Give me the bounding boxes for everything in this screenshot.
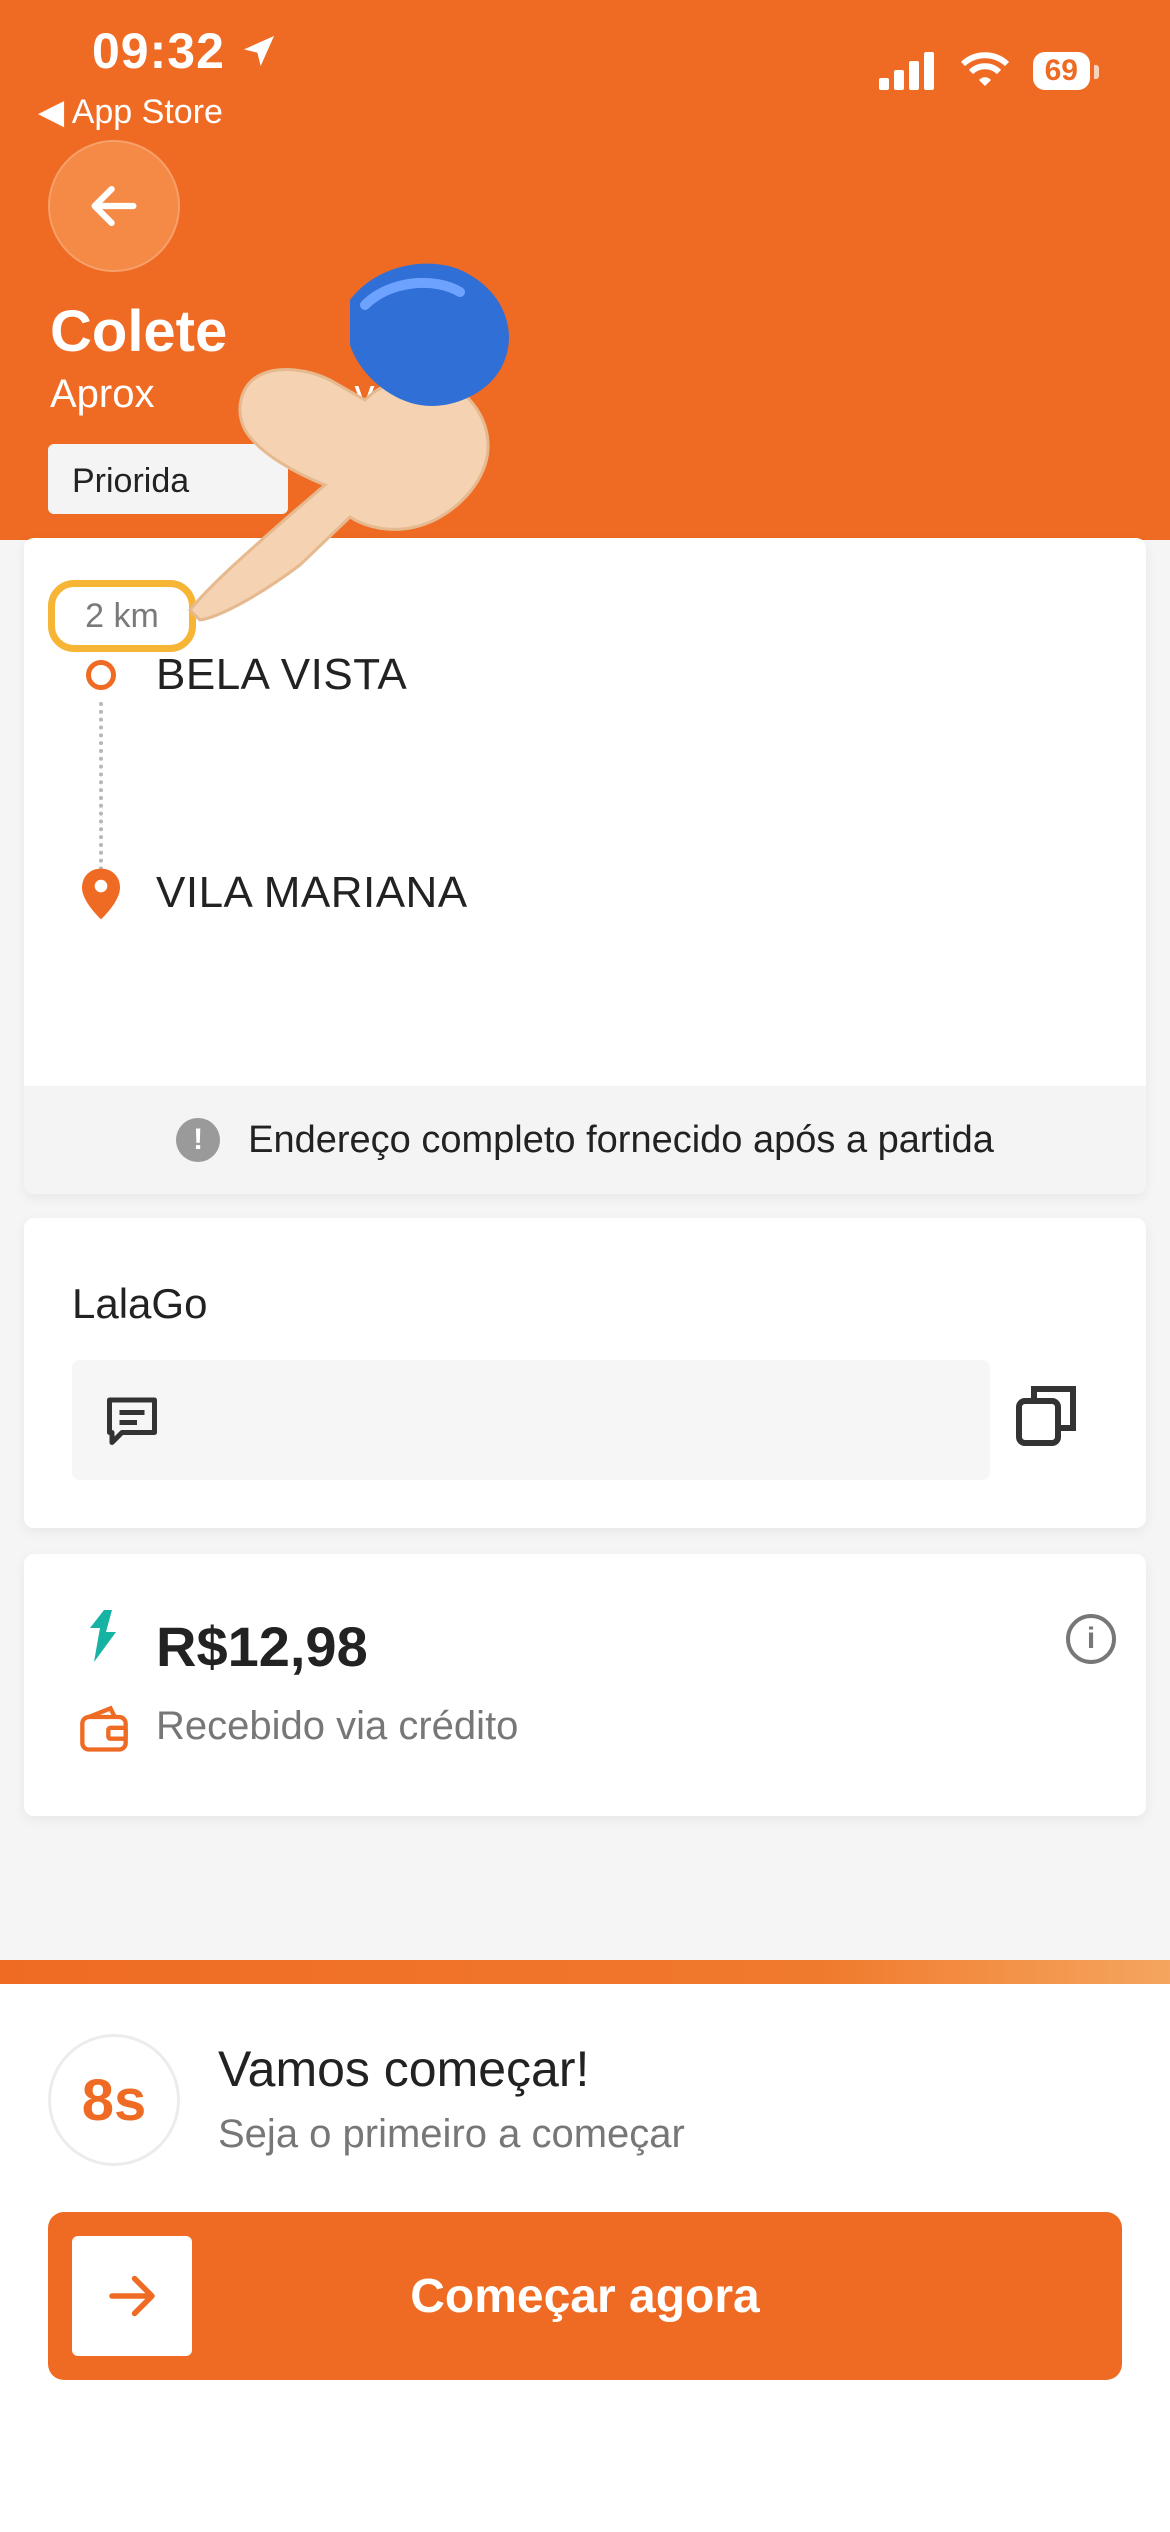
destination-label: VILA MARIANA	[156, 868, 468, 917]
payment-card: R$12,98 i Recebido via crédito	[24, 1554, 1146, 1816]
cta-icon-box	[72, 2236, 192, 2356]
wallet-icon	[80, 1705, 128, 1752]
location-arrow-icon	[243, 36, 274, 66]
back-to-app-label: ◀ App Store	[38, 93, 223, 131]
payment-method: Recebido via crédito	[156, 1704, 519, 1748]
wifi-icon	[960, 52, 1009, 86]
signal-icon	[878, 52, 934, 90]
exclamation-icon: !	[176, 1118, 221, 1162]
arrow-right-icon	[109, 2275, 155, 2317]
message-box[interactable]	[72, 1360, 990, 1480]
start-now-label: Começar agora	[410, 2269, 760, 2323]
status-indicators: 69	[878, 52, 1100, 90]
battery-indicator: 69	[1032, 52, 1100, 90]
timer-progress-bar	[0, 1960, 1170, 1984]
route-card: 2 km BELA VISTA VILA MARIANA ! Endereço …	[24, 538, 1146, 1194]
status-time-text: 09:32	[92, 23, 225, 79]
start-now-button[interactable]: Começar agora	[48, 2212, 1122, 2380]
provider-card: LalaGo	[24, 1218, 1146, 1528]
info-icon[interactable]: i	[1066, 1614, 1116, 1664]
copy-icon[interactable]	[1010, 1380, 1082, 1452]
destination-pin-icon	[82, 868, 120, 920]
chat-icon	[107, 1397, 157, 1445]
start-subtitle: Seja o primeiro a começar	[218, 2112, 685, 2156]
pointing-hand-icon	[187, 263, 509, 622]
origin-label: BELA VISTA	[156, 650, 408, 699]
provider-name: LalaGo	[72, 1280, 208, 1327]
back-to-app-link[interactable]: ◀ App Store	[38, 92, 223, 132]
price-value: R$12,98	[156, 1615, 368, 1678]
countdown-timer: 8s	[48, 2034, 180, 2166]
origin-dot-icon	[86, 660, 116, 690]
status-time: 09:32	[92, 22, 279, 80]
address-note-text: Endereço completo fornecido após a parti…	[248, 1118, 994, 1161]
address-note: ! Endereço completo fornecido após a par…	[24, 1086, 1146, 1194]
start-title: Vamos começar!	[218, 2041, 590, 2097]
arrow-left-icon	[91, 185, 137, 227]
price-up-icon	[90, 1610, 116, 1662]
